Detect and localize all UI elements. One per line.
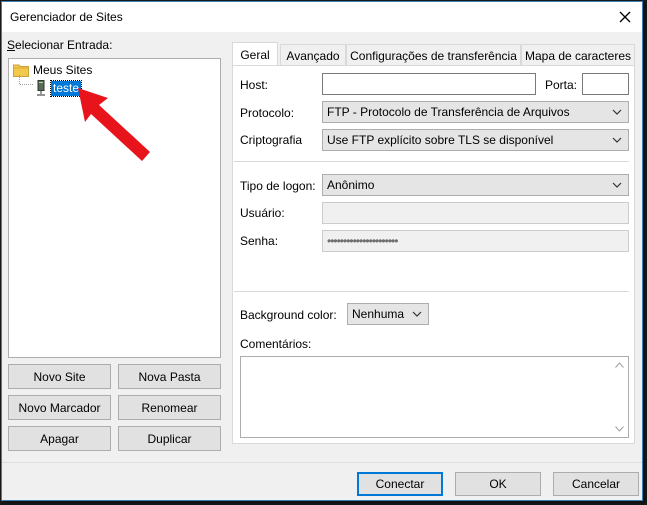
encryption-select[interactable]: Use FTP explícito sobre TLS se disponíve… <box>322 129 629 151</box>
user-label: Usuário: <box>240 206 285 220</box>
separator <box>234 291 629 292</box>
ok-button[interactable]: OK <box>455 472 541 496</box>
new-site-button[interactable]: Novo Site <box>8 364 111 389</box>
close-icon <box>619 11 631 23</box>
tab-transfer-settings[interactable]: Configurações de transferência <box>346 44 521 66</box>
rename-button[interactable]: Renomear <box>118 395 221 420</box>
tree-connector <box>19 75 33 85</box>
comments-scrollbar[interactable] <box>611 357 628 437</box>
chevron-down-icon <box>612 137 622 143</box>
connect-button[interactable]: Conectar <box>357 472 443 496</box>
tab-charset[interactable]: Mapa de caracteres <box>521 44 635 66</box>
logon-type-label: Tipo de logon: <box>240 179 316 193</box>
tree-root-label: Meus Sites <box>33 63 93 77</box>
close-button[interactable] <box>614 6 636 28</box>
delete-button[interactable]: Apagar <box>8 426 111 451</box>
general-panel: Host: Porta: Protocolo: FTP - Protocolo … <box>232 65 635 444</box>
scroll-up-icon[interactable] <box>615 362 624 368</box>
site-manager-window: Gerenciador de Sites Selecionar Entrada:… <box>1 1 643 501</box>
duplicate-button[interactable]: Duplicar <box>118 426 221 451</box>
protocol-label: Protocolo: <box>240 106 295 120</box>
port-input[interactable] <box>582 73 629 95</box>
comments-label: Comentários: <box>240 337 312 351</box>
logon-type-select[interactable]: Anônimo <box>322 174 629 196</box>
chevron-down-icon <box>412 311 422 317</box>
background-color-label: Background color: <box>240 308 337 322</box>
host-label: Host: <box>240 78 269 92</box>
annotation-arrow-icon <box>78 88 150 161</box>
chevron-down-icon <box>612 109 622 115</box>
new-bookmark-button[interactable]: Novo Marcador <box>8 395 111 420</box>
tab-general[interactable]: Geral <box>232 42 278 66</box>
titlebar: Gerenciador de Sites <box>2 2 642 32</box>
comments-textarea[interactable] <box>240 356 629 438</box>
chevron-down-icon <box>612 182 622 188</box>
background-color-select[interactable]: Nenhuma <box>347 303 429 325</box>
footer-separator <box>2 462 642 463</box>
port-label: Porta: <box>545 78 578 92</box>
password-input[interactable]: •••••••••••••••••••••• <box>322 230 629 252</box>
protocol-select[interactable]: FTP - Protocolo de Transferência de Arqu… <box>322 101 629 123</box>
window-title: Gerenciador de Sites <box>10 10 123 24</box>
scroll-down-icon[interactable] <box>615 426 624 432</box>
server-icon <box>37 80 45 96</box>
select-entry-label: Selecionar Entrada: <box>7 38 113 52</box>
host-input[interactable] <box>322 73 536 95</box>
user-input[interactable] <box>322 202 629 224</box>
password-label: Senha: <box>240 234 279 248</box>
cancel-button[interactable]: Cancelar <box>553 472 639 496</box>
encryption-label: Criptografia <box>240 133 303 147</box>
new-folder-button[interactable]: Nova Pasta <box>118 364 221 389</box>
separator <box>234 161 629 162</box>
tab-advanced[interactable]: Avançado <box>280 44 346 66</box>
